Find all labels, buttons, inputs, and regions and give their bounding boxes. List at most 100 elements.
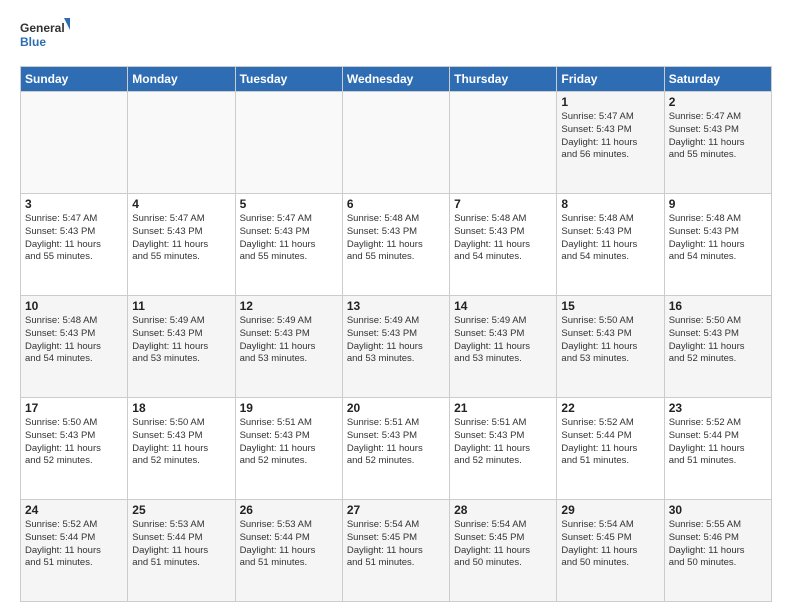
- calendar-cell: 28 Sunrise: 5:54 AM Sunset: 5:45 PM Dayli…: [450, 500, 557, 602]
- calendar-cell: 10Sunrise: 5:48 AM Sunset: 5:43 PM Dayli…: [21, 296, 128, 398]
- day-number: 16: [669, 299, 767, 313]
- day-number: 22: [561, 401, 659, 415]
- day-info: Sunrise: 5:52 AM Sunset: 5:44 PM Dayligh…: [669, 417, 767, 468]
- calendar-cell: 17 Sunrise: 5:50 AM Sunset: 5:43 PM Dayli…: [21, 398, 128, 500]
- week-row-1: 1 Sunrise: 5:47 AM Sunset: 5:43 PM Daylig…: [21, 92, 772, 194]
- day-info: Sunrise: 5:48 AM Sunset: 5:43 PM Dayligh…: [561, 213, 659, 264]
- day-number: 24: [25, 503, 123, 517]
- col-header-monday: Monday: [128, 67, 235, 92]
- calendar-cell: 16 Sunrise: 5:50 AM Sunset: 5:43 PM Dayli…: [664, 296, 771, 398]
- day-number: 25: [132, 503, 230, 517]
- calendar-table: SundayMondayTuesdayWednesdayThursdayFrid…: [20, 66, 772, 602]
- day-info: Sunrise: 5:53 AM Sunset: 5:44 PM Dayligh…: [240, 519, 338, 570]
- calendar-cell: 4 Sunrise: 5:47 AM Sunset: 5:43 PM Daylig…: [128, 194, 235, 296]
- week-row-4: 17 Sunrise: 5:50 AM Sunset: 5:43 PM Dayli…: [21, 398, 772, 500]
- calendar-cell: 3 Sunrise: 5:47 AM Sunset: 5:43 PM Daylig…: [21, 194, 128, 296]
- day-info: Sunrise: 5:50 AM Sunset: 5:43 PM Dayligh…: [25, 417, 123, 468]
- calendar-cell: 21 Sunrise: 5:51 AM Sunset: 5:43 PM Dayli…: [450, 398, 557, 500]
- day-info: Sunrise: 5:47 AM Sunset: 5:43 PM Dayligh…: [132, 213, 230, 264]
- day-number: 19: [240, 401, 338, 415]
- day-number: 27: [347, 503, 445, 517]
- day-info: Sunrise: 5:51 AM Sunset: 5:43 PM Dayligh…: [454, 417, 552, 468]
- day-number: 8: [561, 197, 659, 211]
- day-info: Sunrise: 5:49 AM Sunset: 5:43 PM Dayligh…: [240, 315, 338, 366]
- day-info: Sunrise: 5:47 AM Sunset: 5:43 PM Dayligh…: [25, 213, 123, 264]
- day-number: 28: [454, 503, 552, 517]
- day-info: Sunrise: 5:47 AM Sunset: 5:43 PM Dayligh…: [240, 213, 338, 264]
- day-number: 3: [25, 197, 123, 211]
- day-info: Sunrise: 5:51 AM Sunset: 5:43 PM Dayligh…: [240, 417, 338, 468]
- week-row-3: 10Sunrise: 5:48 AM Sunset: 5:43 PM Dayli…: [21, 296, 772, 398]
- logo: General Blue: [20, 16, 70, 58]
- day-info: Sunrise: 5:48 AM Sunset: 5:43 PM Dayligh…: [454, 213, 552, 264]
- day-number: 7: [454, 197, 552, 211]
- week-row-5: 24 Sunrise: 5:52 AM Sunset: 5:44 PM Dayli…: [21, 500, 772, 602]
- day-info: Sunrise: 5:52 AM Sunset: 5:44 PM Dayligh…: [25, 519, 123, 570]
- calendar-cell: 9 Sunrise: 5:48 AM Sunset: 5:43 PM Daylig…: [664, 194, 771, 296]
- day-number: 13: [347, 299, 445, 313]
- calendar-cell: 25 Sunrise: 5:53 AM Sunset: 5:44 PM Dayli…: [128, 500, 235, 602]
- day-info: Sunrise: 5:55 AM Sunset: 5:46 PM Dayligh…: [669, 519, 767, 570]
- col-header-friday: Friday: [557, 67, 664, 92]
- calendar-cell: 13 Sunrise: 5:49 AM Sunset: 5:43 PM Dayli…: [342, 296, 449, 398]
- calendar-header-row: SundayMondayTuesdayWednesdayThursdayFrid…: [21, 67, 772, 92]
- day-info: Sunrise: 5:51 AM Sunset: 5:43 PM Dayligh…: [347, 417, 445, 468]
- day-number: 21: [454, 401, 552, 415]
- calendar-cell: 11 Sunrise: 5:49 AM Sunset: 5:43 PM Dayli…: [128, 296, 235, 398]
- day-info: Sunrise: 5:50 AM Sunset: 5:43 PM Dayligh…: [669, 315, 767, 366]
- day-number: 20: [347, 401, 445, 415]
- calendar-cell: 7 Sunrise: 5:48 AM Sunset: 5:43 PM Daylig…: [450, 194, 557, 296]
- calendar-cell: 19 Sunrise: 5:51 AM Sunset: 5:43 PM Dayli…: [235, 398, 342, 500]
- day-number: 10: [25, 299, 123, 313]
- day-number: 1: [561, 95, 659, 109]
- calendar-cell: 2 Sunrise: 5:47 AM Sunset: 5:43 PM Daylig…: [664, 92, 771, 194]
- day-info: Sunrise: 5:48 AM Sunset: 5:43 PM Dayligh…: [669, 213, 767, 264]
- calendar-cell: 8 Sunrise: 5:48 AM Sunset: 5:43 PM Daylig…: [557, 194, 664, 296]
- calendar-cell: [21, 92, 128, 194]
- day-number: 15: [561, 299, 659, 313]
- calendar-cell: 30Sunrise: 5:55 AM Sunset: 5:46 PM Dayli…: [664, 500, 771, 602]
- calendar-cell: 24 Sunrise: 5:52 AM Sunset: 5:44 PM Dayli…: [21, 500, 128, 602]
- day-number: 4: [132, 197, 230, 211]
- calendar-cell: [450, 92, 557, 194]
- day-number: 23: [669, 401, 767, 415]
- calendar-cell: [235, 92, 342, 194]
- calendar-cell: 29 Sunrise: 5:54 AM Sunset: 5:45 PM Dayli…: [557, 500, 664, 602]
- day-number: 2: [669, 95, 767, 109]
- day-number: 29: [561, 503, 659, 517]
- calendar-cell: 26 Sunrise: 5:53 AM Sunset: 5:44 PM Dayli…: [235, 500, 342, 602]
- calendar-cell: 5 Sunrise: 5:47 AM Sunset: 5:43 PM Daylig…: [235, 194, 342, 296]
- day-info: Sunrise: 5:48 AM Sunset: 5:43 PM Dayligh…: [347, 213, 445, 264]
- calendar-cell: 23 Sunrise: 5:52 AM Sunset: 5:44 PM Dayli…: [664, 398, 771, 500]
- day-info: Sunrise: 5:52 AM Sunset: 5:44 PM Dayligh…: [561, 417, 659, 468]
- day-info: Sunrise: 5:50 AM Sunset: 5:43 PM Dayligh…: [132, 417, 230, 468]
- day-info: Sunrise: 5:47 AM Sunset: 5:43 PM Dayligh…: [561, 111, 659, 162]
- calendar-cell: 1 Sunrise: 5:47 AM Sunset: 5:43 PM Daylig…: [557, 92, 664, 194]
- day-number: 14: [454, 299, 552, 313]
- calendar-cell: 6 Sunrise: 5:48 AM Sunset: 5:43 PM Daylig…: [342, 194, 449, 296]
- calendar-cell: [342, 92, 449, 194]
- day-number: 5: [240, 197, 338, 211]
- day-number: 12: [240, 299, 338, 313]
- col-header-tuesday: Tuesday: [235, 67, 342, 92]
- calendar-cell: 14Sunrise: 5:49 AM Sunset: 5:43 PM Dayli…: [450, 296, 557, 398]
- col-header-thursday: Thursday: [450, 67, 557, 92]
- day-info: Sunrise: 5:47 AM Sunset: 5:43 PM Dayligh…: [669, 111, 767, 162]
- logo-svg: General Blue: [20, 16, 70, 58]
- day-info: Sunrise: 5:49 AM Sunset: 5:43 PM Dayligh…: [347, 315, 445, 366]
- day-info: Sunrise: 5:54 AM Sunset: 5:45 PM Dayligh…: [561, 519, 659, 570]
- week-row-2: 3 Sunrise: 5:47 AM Sunset: 5:43 PM Daylig…: [21, 194, 772, 296]
- calendar-cell: 15Sunrise: 5:50 AM Sunset: 5:43 PM Dayli…: [557, 296, 664, 398]
- day-number: 11: [132, 299, 230, 313]
- day-number: 17: [25, 401, 123, 415]
- day-number: 26: [240, 503, 338, 517]
- day-number: 9: [669, 197, 767, 211]
- day-info: Sunrise: 5:54 AM Sunset: 5:45 PM Dayligh…: [454, 519, 552, 570]
- day-info: Sunrise: 5:54 AM Sunset: 5:45 PM Dayligh…: [347, 519, 445, 570]
- col-header-saturday: Saturday: [664, 67, 771, 92]
- col-header-wednesday: Wednesday: [342, 67, 449, 92]
- day-info: Sunrise: 5:53 AM Sunset: 5:44 PM Dayligh…: [132, 519, 230, 570]
- svg-text:Blue: Blue: [20, 35, 46, 49]
- day-number: 6: [347, 197, 445, 211]
- day-info: Sunrise: 5:49 AM Sunset: 5:43 PM Dayligh…: [132, 315, 230, 366]
